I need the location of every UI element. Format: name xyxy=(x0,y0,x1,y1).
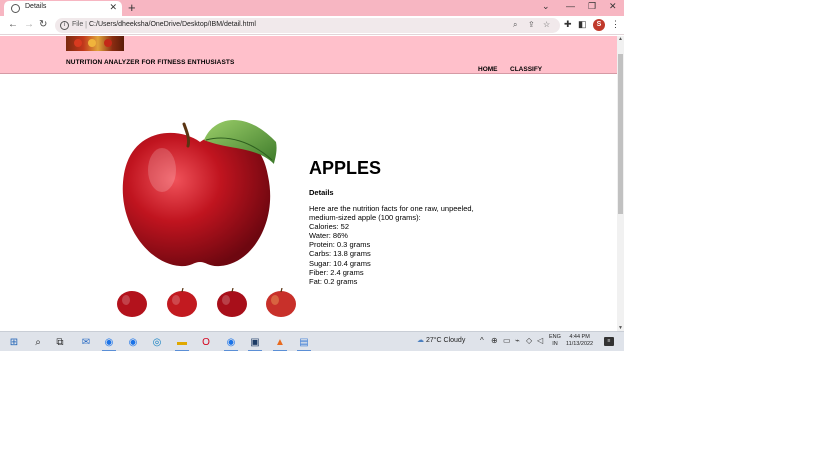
facts-intro-line: medium-sized apple (100 grams): xyxy=(309,213,421,223)
cloud-icon: ☁ xyxy=(417,337,424,344)
browser-toolbar: ← → ↻ i File | C:/Users/dheeksha/OneDriv… xyxy=(0,16,624,35)
zoom-search-icon[interactable]: ⌕ xyxy=(513,20,517,30)
fact-carbs: Carbs: 13.8 grams xyxy=(309,249,371,259)
page-scrollbar[interactable]: ▲ ▼ xyxy=(617,36,624,331)
chrome-icon[interactable]: ◉ xyxy=(101,334,117,351)
app-icon[interactable]: ▲ xyxy=(272,334,288,351)
apple-thumbnail[interactable] xyxy=(265,288,297,318)
apple-thumbnail[interactable] xyxy=(166,288,198,318)
browser-tab-strip: Details ✕ + ⌄ — ❐ ✕ xyxy=(0,0,624,16)
fact-fat: Fat: 0.2 grams xyxy=(309,276,358,286)
weather-text: 27°C Cloudy xyxy=(425,337,466,344)
screen: Details ✕ + ⌄ — ❐ ✕ ← → ↻ i File | C:/Us… xyxy=(0,0,624,351)
share-icon[interactable]: ⇪ xyxy=(528,20,535,29)
restore-button[interactable]: ❐ xyxy=(588,1,596,12)
url-scheme-label: File xyxy=(72,21,84,28)
opera-icon[interactable]: O xyxy=(198,334,214,350)
apple-thumbnail[interactable] xyxy=(116,288,148,318)
mail-icon[interactable]: ✉ xyxy=(78,334,94,350)
clock-date: 11/13/2022 xyxy=(566,341,594,347)
nav-classify-link[interactable]: CLASSIFY xyxy=(510,66,542,73)
windows-taskbar: ⊞ ⌕ ⧉ ✉ ◉ ◉ ◎ ▬ O ◉ ▣ ▲ ▤ ☁ 27°C Cloudy … xyxy=(0,331,624,351)
battery-icon[interactable]: ▭ xyxy=(503,336,511,345)
logo-fruit-dot xyxy=(74,39,82,47)
reload-button[interactable]: ↻ xyxy=(39,18,47,32)
edge-icon[interactable]: ◎ xyxy=(149,334,165,350)
info-icon[interactable]: i xyxy=(60,21,69,30)
main-apple-image xyxy=(122,119,277,267)
bookmark-star-icon[interactable]: ☆ xyxy=(543,20,550,29)
fact-fiber: Fiber: 2.4 grams xyxy=(309,267,364,277)
nutrition-facts: Here are the nutrition facts for one raw… xyxy=(309,204,489,286)
windows-start-icon[interactable]: ⊞ xyxy=(6,334,22,350)
globe-icon xyxy=(11,4,20,13)
fruit-name-heading: APPLES xyxy=(309,158,382,178)
profile-avatar[interactable]: S xyxy=(593,19,605,31)
speaker-icon[interactable]: ◁ xyxy=(537,336,543,345)
close-window-button[interactable]: ✕ xyxy=(609,1,617,12)
side-panel-icon[interactable]: ◧ xyxy=(578,19,587,30)
tab-title: Details xyxy=(25,3,47,10)
facts-intro-line: Here are the nutrition facts for one raw… xyxy=(309,204,474,213)
fact-sugar: Sugar: 10.4 grams xyxy=(309,258,371,268)
clock-time: 4:44 PM xyxy=(569,334,590,340)
region-code: IN xyxy=(552,341,558,347)
apple-thumbnail[interactable] xyxy=(216,288,248,318)
chrome-profile-icon[interactable]: ◉ xyxy=(223,334,239,351)
extensions-icon[interactable]: ✚ xyxy=(564,19,572,30)
minimize-button[interactable]: — xyxy=(566,1,575,11)
usb-icon[interactable]: ⌁ xyxy=(515,336,520,345)
address-bar[interactable]: i File | C:/Users/dheeksha/OneDrive/Desk… xyxy=(55,18,560,33)
file-explorer-icon[interactable]: ▬ xyxy=(174,334,190,351)
chevron-up-icon[interactable]: ^ xyxy=(480,336,484,345)
search-icon[interactable]: ⌕ xyxy=(30,334,46,350)
network-globe-icon[interactable]: ⊕ xyxy=(491,336,498,345)
site-header: NUTRITION ANALYZER FOR FITNESS ENTHUSIAS… xyxy=(0,36,617,74)
url-text[interactable]: C:/Users/dheeksha/OneDrive/Desktop/IBM/d… xyxy=(89,21,256,28)
page-viewport: NUTRITION ANALYZER FOR FITNESS ENTHUSIAS… xyxy=(0,36,617,331)
scroll-thumb[interactable] xyxy=(618,54,623,214)
site-logo xyxy=(66,36,124,51)
chrome-icon[interactable]: ◉ xyxy=(125,334,141,350)
menu-dots-icon[interactable]: ⋮ xyxy=(611,19,620,30)
notepad-icon[interactable]: ▤ xyxy=(296,334,312,351)
logo-fruit-dot xyxy=(104,39,112,47)
language-indicator[interactable]: ENG IN xyxy=(549,334,561,348)
language-code: ENG xyxy=(549,334,561,340)
fact-calories: Calories: 52 xyxy=(309,222,350,232)
scroll-up-arrow-icon[interactable]: ▲ xyxy=(618,36,623,42)
back-button[interactable]: ← xyxy=(8,18,18,32)
url-separator: | xyxy=(85,20,88,29)
notification-icon[interactable]: ≡ xyxy=(604,337,614,346)
weather-widget[interactable]: ☁ 27°C Cloudy xyxy=(417,336,465,344)
forward-button[interactable]: → xyxy=(24,18,34,32)
close-tab-icon[interactable]: ✕ xyxy=(109,2,117,13)
tab-search-icon[interactable]: ⌄ xyxy=(542,1,550,12)
logo-fruit-dot xyxy=(88,39,96,47)
fact-protein: Protein: 0.3 grams xyxy=(309,240,371,250)
app-icon[interactable]: ▣ xyxy=(247,334,263,351)
details-heading: Details xyxy=(309,188,334,197)
browser-tab[interactable]: Details ✕ xyxy=(4,1,122,16)
system-clock[interactable]: 4:44 PM 11/13/2022 xyxy=(566,334,593,348)
wifi-icon[interactable]: ◇ xyxy=(526,336,532,345)
fact-water: Water: 86% xyxy=(309,231,348,241)
new-tab-button[interactable]: + xyxy=(128,0,136,15)
task-view-icon[interactable]: ⧉ xyxy=(52,334,68,350)
nav-home-link[interactable]: HOME xyxy=(478,66,498,73)
site-title: NUTRITION ANALYZER FOR FITNESS ENTHUSIAS… xyxy=(66,59,235,66)
